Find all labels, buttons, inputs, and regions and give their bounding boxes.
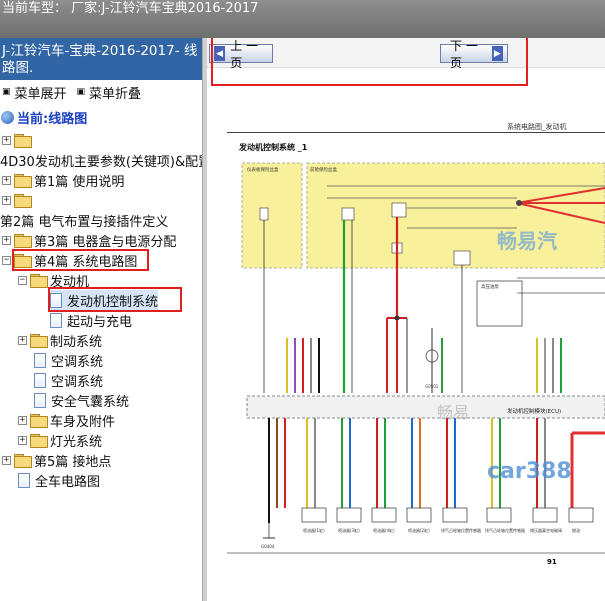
expand-toggle-icon[interactable]: + bbox=[2, 235, 11, 245]
expand-menu-link[interactable]: 菜单展开 bbox=[15, 83, 67, 102]
folder-icon bbox=[30, 413, 48, 428]
collapse-menu-link[interactable]: 菜单折叠 bbox=[89, 83, 141, 102]
svg-text:畅易: 畅易 bbox=[437, 403, 469, 422]
tree-node-ac-1[interactable]: 空调系统 bbox=[34, 350, 103, 370]
expand-toggle-icon[interactable]: + bbox=[2, 455, 11, 465]
tree-node-part2[interactable]: 第2篇 电气布置与接插件定义 bbox=[0, 210, 168, 230]
menu-toggle-row: ▣ 菜单展开 ▣ 菜单折叠 bbox=[0, 80, 202, 104]
globe-icon bbox=[1, 110, 14, 124]
svg-text:仪表板保险丝盒: 仪表板保险丝盒 bbox=[247, 166, 279, 173]
expand-toggle-icon[interactable]: + bbox=[18, 435, 27, 445]
svg-text:高压油泵: 高压油泵 bbox=[481, 283, 499, 290]
tree-node-part1[interactable]: + 第1篇 使用说明 bbox=[2, 170, 124, 190]
highlight-part4 bbox=[12, 249, 149, 271]
tree-node-full-circuit[interactable]: 全车电路图 bbox=[18, 470, 100, 490]
svg-text:前舱保险丝盒: 前舱保险丝盒 bbox=[310, 166, 337, 173]
svg-text:喷油器(4缸): 喷油器(4缸) bbox=[373, 527, 395, 533]
svg-text:燃油: 燃油 bbox=[572, 527, 580, 533]
svg-text:畅易汽: 畅易汽 bbox=[497, 229, 557, 253]
expand-toggle-icon[interactable]: + bbox=[2, 135, 11, 145]
document-icon bbox=[34, 352, 46, 368]
tree-node-engine-params[interactable]: 4D30发动机主要参数(关键项)&配置 bbox=[0, 150, 202, 170]
svg-text:G0404: G0404 bbox=[261, 544, 275, 549]
tree-node-ac-2[interactable]: 空调系统 bbox=[34, 370, 103, 390]
tree-node-part5[interactable]: + 第5篇 接地点 bbox=[2, 450, 111, 470]
tree-node-part3[interactable]: + 第3篇 电器盒与电源分配 bbox=[2, 230, 176, 250]
collapse-icon: ▣ bbox=[76, 87, 86, 97]
svg-text:排气凸轮轴位置传感器: 排气凸轮轴位置传感器 bbox=[485, 527, 525, 533]
content-pane: ◀ 上 一 页 下 一 页 ▶ 系统电路图_发动机 发动机控制系统 _1 仪表板… bbox=[207, 38, 605, 601]
tree-node[interactable]: + bbox=[2, 190, 34, 210]
svg-text:喷油器(3缸): 喷油器(3缸) bbox=[338, 527, 360, 533]
folder-icon bbox=[14, 193, 32, 208]
diagram-page-number: 91 bbox=[547, 558, 557, 566]
tree-node-start-charge[interactable]: 起动与充电 bbox=[50, 310, 132, 330]
svg-text:排气凸轮轴位置传感器: 排气凸轮轴位置传感器 bbox=[441, 527, 481, 533]
svg-text:car388: car388 bbox=[487, 459, 572, 484]
current-label[interactable]: 当前:线路图 bbox=[17, 108, 87, 127]
svg-text:喷油器(2缸): 喷油器(2缸) bbox=[408, 527, 430, 533]
tree-node-airbag[interactable]: 安全气囊系统 bbox=[34, 390, 129, 410]
svg-text:G0501: G0501 bbox=[425, 384, 439, 389]
expand-toggle-icon[interactable]: + bbox=[2, 175, 11, 185]
highlight-engine-control bbox=[48, 287, 182, 312]
document-icon bbox=[34, 392, 46, 408]
tree-node-body[interactable]: + 车身及附件 bbox=[18, 410, 115, 430]
component-labels: 喷油器(1缸) 喷油器(3缸) 喷油器(4缸) 喷油器(2缸) 排气凸轮轴位置传… bbox=[303, 527, 580, 533]
vehicle-label: 当前车型： 厂家:J-江铃汽车宝典2016-2017 bbox=[2, 1, 259, 16]
folder-icon bbox=[14, 233, 32, 248]
folder-icon bbox=[30, 333, 48, 348]
tree-node[interactable]: + bbox=[2, 130, 34, 150]
document-icon bbox=[18, 472, 30, 488]
folder-open-icon bbox=[30, 273, 48, 288]
expand-toggle-icon[interactable]: + bbox=[2, 195, 11, 205]
document-icon bbox=[34, 372, 46, 388]
collapse-toggle-icon[interactable]: − bbox=[2, 255, 11, 265]
collapse-toggle-icon[interactable]: − bbox=[18, 275, 27, 285]
sidebar: J-江铃汽车-宝典-2016-2017- 线路图. ▣ 菜单展开 ▣ 菜单折叠 … bbox=[0, 38, 202, 601]
expand-icon: ▣ bbox=[2, 87, 11, 97]
folder-icon bbox=[30, 433, 48, 448]
tree-node-brake[interactable]: + 制动系统 bbox=[18, 330, 102, 350]
expand-toggle-icon[interactable]: + bbox=[18, 335, 27, 345]
vehicle-header-bar: 当前车型： 厂家:J-江铃汽车宝典2016-2017 bbox=[0, 0, 605, 38]
current-location: 当前:线路图 bbox=[0, 104, 202, 130]
tree-node-lights[interactable]: + 灯光系统 bbox=[18, 430, 102, 450]
svg-text:发动机控制模块(ECU): 发动机控制模块(ECU) bbox=[507, 407, 561, 415]
expand-toggle-icon[interactable]: + bbox=[18, 415, 27, 425]
svg-text:增压器真空电磁阀: 增压器真空电磁阀 bbox=[530, 527, 562, 533]
wiring-diagram[interactable]: 仪表板保险丝盒 前舱保险丝盒 高压油泵 G0501 发动机控制模块(ECU) 喷… bbox=[207, 38, 605, 601]
folder-icon bbox=[14, 173, 32, 188]
document-icon bbox=[50, 312, 62, 328]
folder-icon bbox=[14, 133, 32, 148]
svg-text:喷油器(1缸): 喷油器(1缸) bbox=[303, 527, 325, 533]
sidebar-title: J-江铃汽车-宝典-2016-2017- 线路图. bbox=[0, 38, 202, 80]
folder-icon bbox=[14, 453, 32, 468]
component-boxes bbox=[301, 507, 594, 523]
